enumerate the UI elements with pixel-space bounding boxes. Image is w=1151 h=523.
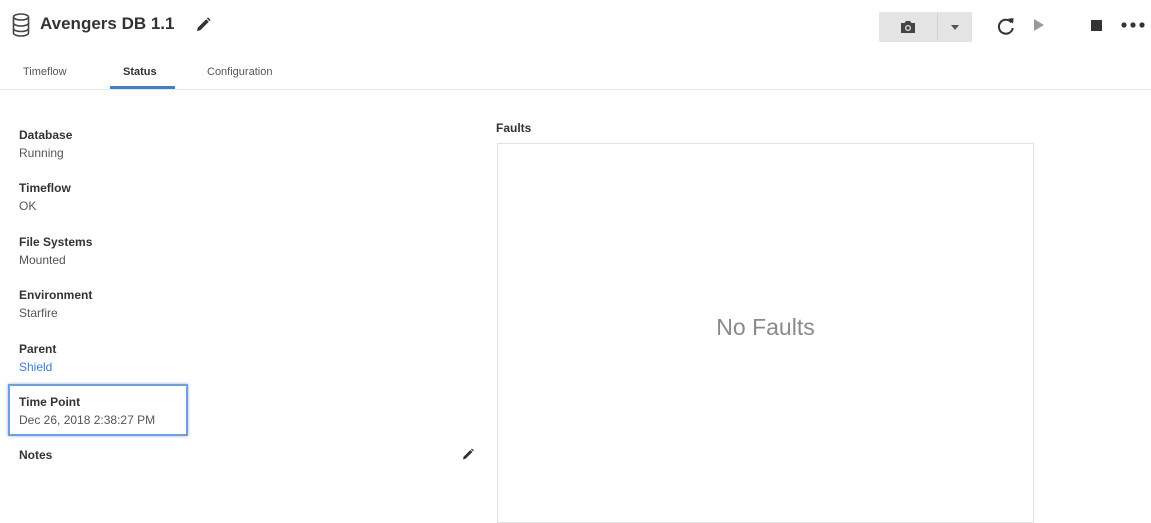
database-value: Running: [19, 146, 64, 160]
notes-edit-pencil-icon[interactable]: [461, 447, 475, 461]
timeflow-value: OK: [19, 199, 37, 213]
time-point-value: Dec 26, 2018 2:38:27 PM: [19, 413, 156, 427]
tab-timeflow[interactable]: Timeflow: [23, 66, 67, 78]
tab-configuration[interactable]: Configuration: [207, 66, 272, 78]
snapshot-button[interactable]: [879, 12, 937, 42]
page-title: Avengers DB 1.1: [40, 14, 175, 33]
refresh-icon[interactable]: [996, 16, 1016, 36]
timeflow-label: Timeflow: [19, 181, 71, 195]
environment-value: Starfire: [19, 306, 58, 320]
edit-pencil-icon[interactable]: [194, 16, 212, 34]
time-point-label: Time Point: [19, 395, 81, 409]
environment-label: Environment: [19, 288, 93, 302]
database-label: Database: [19, 128, 73, 142]
time-point-highlight: [8, 384, 188, 436]
snapshot-dropdown-button[interactable]: [937, 12, 972, 42]
database-icon: [12, 13, 30, 37]
file-systems-label: File Systems: [19, 235, 93, 249]
parent-label: Parent: [19, 342, 57, 356]
parent-link[interactable]: Shield: [19, 360, 52, 374]
notes-label: Notes: [19, 448, 53, 462]
faults-panel: No Faults: [497, 143, 1034, 523]
faults-heading: Faults: [496, 121, 532, 135]
stop-icon[interactable]: [1091, 20, 1102, 31]
file-systems-value: Mounted: [19, 253, 66, 267]
play-icon[interactable]: [1034, 19, 1044, 31]
camera-icon: [901, 21, 915, 33]
caret-down-icon: [951, 25, 959, 30]
more-options-icon[interactable]: [1121, 22, 1145, 28]
tab-divider: [0, 89, 1151, 90]
no-faults-message: No Faults: [716, 314, 815, 340]
tab-status[interactable]: Status: [123, 66, 157, 78]
